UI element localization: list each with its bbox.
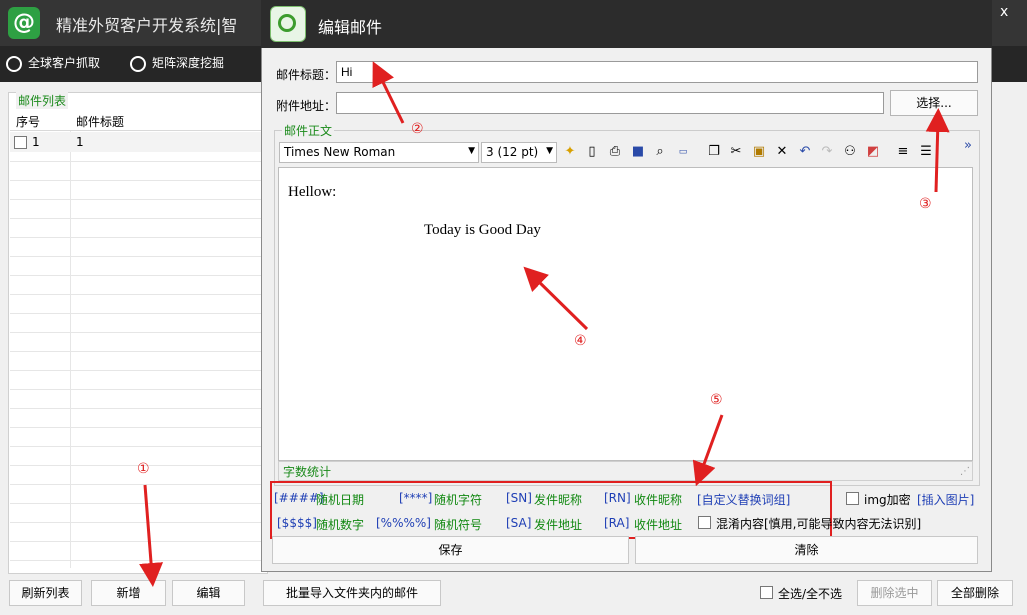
annotation-5: ⑤: [710, 392, 723, 408]
arrow-4: [523, 266, 589, 331]
annotation-2: ②: [411, 121, 424, 137]
annotation-4: ④: [574, 333, 587, 349]
arrow-3: [925, 108, 950, 193]
arrow-1: [139, 484, 164, 587]
annotation-1: ①: [137, 461, 150, 477]
annotation-3: ③: [919, 196, 932, 212]
arrow-2: [372, 61, 405, 124]
annotation-arrows: [139, 61, 950, 587]
arrow-5: [692, 414, 724, 487]
